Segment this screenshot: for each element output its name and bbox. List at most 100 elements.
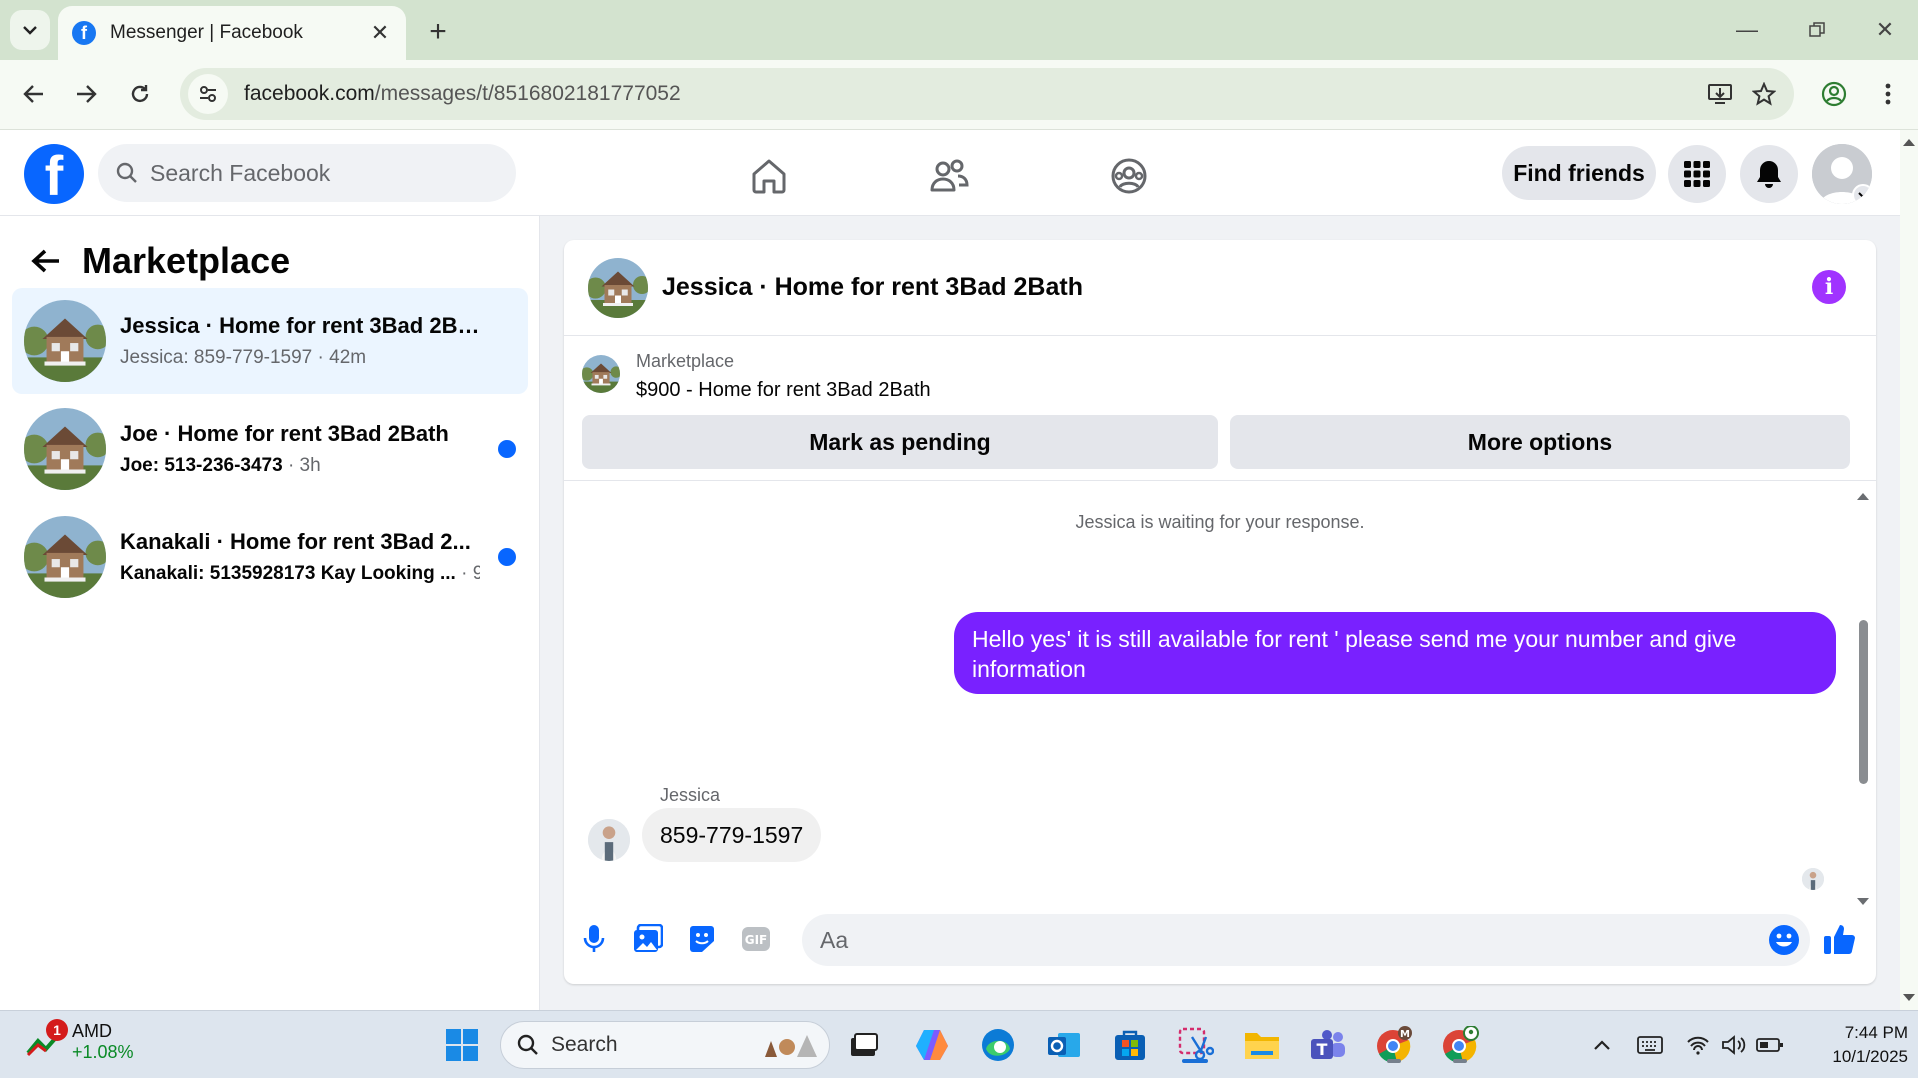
browser-menu-icon[interactable] [1866,72,1910,116]
home-nav-button[interactable] [741,148,797,204]
notifications-button[interactable] [1740,145,1798,203]
browser-tab-messenger[interactable]: f Messenger | Facebook ✕ [58,6,406,60]
facebook-logo-icon[interactable]: f [24,144,84,204]
url-text: facebook.com/messages/t/8516802181777052 [244,82,681,105]
facebook-search[interactable] [98,144,516,202]
grid-menu-icon [1684,161,1710,187]
listing-thumbnail-small[interactable] [582,355,620,393]
profile-icon[interactable] [1812,72,1856,116]
tab-close-icon[interactable]: ✕ [368,20,392,45]
minimize-window-icon[interactable]: — [1712,0,1782,60]
bell-icon [1757,161,1781,188]
arrow-left-icon [23,85,43,103]
conversation-preview: Kanakali: 5135928173 Kay Looking ... · 9… [120,563,480,584]
teams-app-icon[interactable]: T [1306,1023,1350,1067]
sender-avatar[interactable] [588,819,630,861]
edge-app-icon[interactable] [976,1023,1020,1067]
taskbar-search[interactable]: Search [500,1021,830,1069]
chat-title[interactable]: Jessica · Home for rent 3Bad 2Bath [662,273,1083,302]
chat-scrollbar[interactable] [1854,490,1872,910]
mark-as-pending-button[interactable]: Mark as pending [582,415,1218,469]
chat-header: Jessica · Home for rent 3Bad 2Bath i [564,240,1876,336]
page-scroll-down-icon[interactable] [1900,992,1918,1004]
chrome-profile-app-icon[interactable] [1438,1023,1482,1067]
conversation-name: Jessica · Home for rent 3Bad 2Bath [120,313,480,338]
show-hidden-icons-chevron-up-icon[interactable] [1586,1029,1618,1061]
groups-nav-button[interactable] [1101,148,1157,204]
volume-icon[interactable] [1718,1029,1750,1061]
facebook-search-input[interactable] [150,159,490,187]
battery-icon[interactable] [1754,1029,1786,1061]
arrow-left-icon [31,249,59,273]
start-button[interactable] [440,1023,484,1067]
scroll-up-arrow-icon[interactable] [1854,490,1872,502]
conversation-item-joe[interactable]: Joe · Home for rent 3Bad 2Bath Joe: 513-… [12,396,528,502]
stock-widget[interactable]: 1 AMD +1.08% [26,1019,134,1063]
svg-text:T: T [1317,1040,1328,1059]
outgoing-message-bubble[interactable]: Hello yes' it is still available for ren… [954,612,1836,694]
conversation-item-kanakali[interactable]: Kanakali · Home for rent 3Bad 2... Kanak… [12,504,528,610]
attach-media-button[interactable] [628,919,668,959]
snipping-tool-app-icon[interactable] [1174,1023,1218,1067]
back-button[interactable] [12,72,56,116]
listing-thumbnail [24,408,106,490]
reload-button[interactable] [118,72,162,116]
chrome-app-icon[interactable]: M [1372,1023,1416,1067]
find-friends-button[interactable]: Find friends [1502,146,1656,200]
groups-icon [1111,158,1147,194]
emoji-icon[interactable] [1768,924,1800,956]
task-view-button[interactable] [842,1023,886,1067]
address-bar[interactable]: facebook.com/messages/t/8516802181777052 [180,68,1794,120]
sticker-button[interactable] [682,919,722,959]
site-info-icon[interactable] [188,74,228,114]
wifi-icon[interactable] [1682,1029,1714,1061]
more-options-button[interactable]: More options [1230,415,1850,469]
marketplace-listing-card: Marketplace $900 - Home for rent 3Bad 2B… [564,337,1876,481]
page-scroll-up-icon[interactable] [1900,136,1918,148]
waiting-notice: Jessica is waiting for your response. [1075,512,1365,532]
photo-icon [634,924,663,952]
info-icon[interactable]: i [1812,270,1846,304]
clock-date: 10/1/2025 [1832,1047,1908,1066]
chat-listing-thumbnail[interactable] [588,258,648,318]
message-input[interactable] [820,926,1720,954]
restore-window-icon[interactable] [1782,0,1852,60]
svg-text:GIF: GIF [745,933,768,947]
tab-search-dropdown-button[interactable] [10,10,50,50]
bookmark-star-icon[interactable] [1742,72,1786,116]
scrollbar-thumb[interactable] [1859,620,1868,784]
system-clock[interactable]: 7:44 PM 10/1/2025 [1800,1021,1908,1069]
back-to-chats-button[interactable] [24,239,68,283]
reload-icon [131,85,149,103]
keyboard-icon[interactable] [1634,1029,1666,1061]
friends-nav-button[interactable] [921,148,977,204]
install-app-icon[interactable] [1698,72,1742,116]
browser-tab-bar: f Messenger | Facebook ✕ + — ✕ [0,0,1918,60]
close-window-icon[interactable]: ✕ [1850,0,1918,60]
menu-button[interactable] [1668,145,1726,203]
chat-area: Jessica · Home for rent 3Bad 2Bath i Mar… [540,216,1900,1010]
stock-name: AMD [72,1021,112,1041]
microsoft-store-app-icon[interactable] [1108,1023,1152,1067]
conversation-item-jessica[interactable]: Jessica · Home for rent 3Bad 2Bath Jessi… [12,288,528,394]
new-tab-button[interactable]: + [418,12,458,52]
active-app-indicator [1182,1059,1208,1063]
marketplace-label: Marketplace [636,351,735,371]
message-input-box[interactable] [802,914,1810,966]
gif-button[interactable]: GIF [736,919,776,959]
file-explorer-app-icon[interactable] [1240,1023,1284,1067]
forward-button[interactable] [64,72,108,116]
listing-price-title[interactable]: $900 - Home for rent 3Bad 2Bath [636,379,931,402]
incoming-message-bubble[interactable]: 859-779-1597 [642,808,822,862]
search-icon [517,1034,538,1055]
seen-receipt-avatar [1802,868,1824,890]
copilot-app-icon[interactable] [910,1023,954,1067]
friends-icon [930,159,969,192]
like-button[interactable] [1820,919,1860,959]
thumbs-up-icon [1824,925,1855,954]
account-avatar[interactable] [1812,144,1872,204]
search-icon [116,162,137,183]
page-scrollbar[interactable] [1900,130,1918,1010]
voice-clip-button[interactable] [574,919,614,959]
outlook-app-icon[interactable] [1042,1023,1086,1067]
